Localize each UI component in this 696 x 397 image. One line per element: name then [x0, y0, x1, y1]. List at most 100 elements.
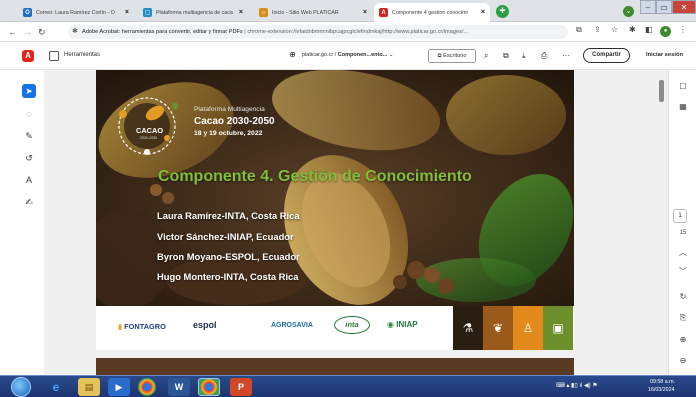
chevron-up-icon[interactable]: ︿	[675, 247, 691, 258]
page-icon: ▢	[143, 8, 152, 17]
breadcrumb-separator: /	[334, 52, 337, 58]
keyboard-icon[interactable]: ⌨	[556, 383, 565, 389]
icon-tile: ❦	[483, 306, 513, 350]
thumbnails-icon[interactable]: ▦	[675, 102, 691, 111]
clock-time[interactable]: 09:58 a.m.	[650, 379, 675, 385]
tab-plataforma[interactable]: ▢ Plataforma multiagencia de caca ×	[138, 3, 248, 22]
page-number-input[interactable]: 1	[673, 209, 687, 223]
inta-logo: inta	[334, 316, 370, 334]
translate-icon[interactable]: ⧉	[576, 25, 582, 35]
zoom-out-icon[interactable]: ⊖	[675, 356, 691, 365]
close-icon[interactable]: ×	[481, 9, 485, 16]
file-domain: platicar.go.cr	[302, 52, 334, 58]
event-dates: 18 y 19 octubre, 2022	[194, 130, 263, 137]
copy-icon[interactable]: ⧉	[503, 51, 509, 61]
chrome-active-icon[interactable]	[198, 378, 220, 396]
espol-logo: espol	[193, 320, 217, 330]
more-menu-icon[interactable]: ⋮	[679, 25, 687, 34]
add-comment-icon[interactable]: ◌	[22, 107, 36, 121]
monitor-icon: ▣	[552, 321, 564, 335]
outlook-icon: O	[23, 8, 32, 17]
logo-badge-text: CACAO	[136, 126, 164, 135]
fontagro-logo: ▮ FONTAGRO	[118, 322, 166, 331]
open-desktop-label: Escritorio	[443, 53, 467, 59]
powerpoint-icon[interactable]: P	[230, 378, 252, 396]
chevron-down-icon[interactable]: ⌄	[389, 52, 394, 58]
reload-icon[interactable]: ↻	[38, 26, 46, 38]
add-text-icon[interactable]: A	[22, 173, 36, 187]
component-title: Componente 4. Gestión de Conocimiento	[158, 168, 472, 185]
download-icon[interactable]: ⤓	[522, 51, 526, 61]
sign-icon[interactable]: ✍	[22, 195, 36, 209]
tools-grid-icon[interactable]	[49, 51, 59, 61]
highlight-pen-icon[interactable]: ✎	[22, 129, 36, 143]
tools-label[interactable]: Herramientas	[64, 52, 100, 58]
comment-icon[interactable]: ☐	[675, 82, 691, 91]
icon-tile: ⚗	[453, 306, 483, 350]
logo-badge-subtext: 2030-2050	[140, 136, 158, 140]
new-tab-button[interactable]: +	[496, 5, 509, 18]
windows-taskbar: e ▤ ▶ W P ⌨ ▴ ▮▯ ıl ◀) ⚑ 09:58 a.m. 16/0…	[0, 375, 696, 397]
url-prefix: Adobe Acrobat: herramientas para convert…	[82, 29, 243, 35]
tab-title: Correo: Laura Ramírez Cortín - O	[36, 9, 115, 16]
word-icon[interactable]: W	[168, 378, 190, 396]
scrollbar-thumb[interactable]	[659, 80, 664, 102]
globe-icon: ⊕	[289, 50, 296, 59]
maximize-button[interactable]: ▭	[656, 0, 672, 14]
profile-avatar[interactable]: ●	[660, 26, 671, 37]
zoom-in-icon[interactable]: ⊕	[675, 335, 691, 344]
share-button[interactable]: Compartir	[583, 48, 630, 63]
author-line: Hugo Montero-INTA, Costa Rica	[157, 271, 299, 282]
internet-explorer-icon[interactable]: e	[45, 378, 67, 396]
windows-start-button[interactable]	[11, 377, 31, 397]
tab-correo[interactable]: O Correo: Laura Ramírez Cortín - O ×	[18, 3, 134, 22]
cacao-2030-logo	[118, 97, 179, 155]
chrome-icon[interactable]	[138, 378, 156, 396]
select-cursor-icon[interactable]: ➤	[22, 84, 36, 98]
freehand-icon[interactable]: ↺	[22, 151, 36, 165]
tab-platicar[interactable]: ☼ Inicio - Sitio Web PLATICAR ×	[254, 3, 372, 22]
search-icon[interactable]: ⌕	[484, 51, 488, 61]
media-player-icon[interactable]: ▶	[108, 378, 130, 396]
page-info-icon[interactable]: ⎘	[675, 313, 691, 323]
browser-tab-strip: O Correo: Laura Ramírez Cortín - O × ▢ P…	[0, 0, 696, 22]
scrollbar[interactable]	[658, 78, 665, 374]
flag-icon[interactable]: ⚑	[592, 383, 597, 389]
acrobat-toolbar: A Herramientas ⊕ platicar.go.cr / Compon…	[0, 42, 696, 70]
back-icon[interactable]: ←	[8, 26, 17, 38]
minimize-button[interactable]: –	[640, 0, 656, 14]
network-icon[interactable]: ▮▯	[571, 383, 578, 389]
flask-icon: ⚗	[462, 321, 474, 335]
acrobat-logo-icon[interactable]: A	[22, 50, 34, 62]
close-window-button[interactable]: ✕	[672, 0, 696, 14]
forward-icon[interactable]: →	[23, 26, 32, 38]
file-explorer-icon[interactable]: ▤	[78, 378, 100, 396]
tab-search-icon[interactable]: ⌄	[623, 6, 634, 17]
print-icon[interactable]: ⎙	[541, 51, 547, 61]
url-text: chrome-extension://efaidnbmnnnibpcajpcgl…	[247, 29, 469, 35]
star-icon[interactable]: ☆	[611, 25, 618, 34]
cacao-title: Cacao 2030-2050	[194, 116, 275, 127]
rotate-icon[interactable]: ↻	[675, 292, 691, 301]
close-icon[interactable]: ×	[363, 9, 367, 16]
address-toolbar: ← → ↻ ✱ Adobe Acrobat: herramientas para…	[0, 22, 696, 42]
clock-date[interactable]: 16/03/2024	[648, 387, 675, 393]
chevron-down-icon[interactable]: ﹀	[675, 266, 691, 277]
file-breadcrumb[interactable]: platicar.go.cr / Componen...ento... ⌄	[302, 52, 393, 58]
file-name: Componen...ento...	[337, 52, 388, 58]
author-line: Laura Ramírez-INTA, Costa Rica	[157, 210, 300, 221]
tab-componente-4[interactable]: A Componente 4 gestion conocimi ×	[374, 3, 490, 22]
tab-title: Componente 4 gestion conocimi	[392, 9, 468, 16]
more-options-icon[interactable]: ···	[562, 51, 570, 60]
share-icon[interactable]: ⇪	[594, 25, 601, 34]
sidebar-icon[interactable]: ◧	[645, 25, 653, 34]
address-bar[interactable]: ✱ Adobe Acrobat: herramientas para conve…	[68, 25, 568, 39]
sign-in-link[interactable]: Iniciar sesión	[646, 52, 683, 58]
agrosavia-logo: AGROSAVIA	[271, 322, 313, 329]
open-desktop-button[interactable]: ⧉ Escritorio	[428, 49, 476, 63]
person-icon: ♙	[522, 321, 534, 335]
close-icon[interactable]: ×	[125, 9, 129, 16]
volume-icon[interactable]: ◀)	[584, 383, 591, 389]
close-icon[interactable]: ×	[239, 9, 243, 16]
extensions-icon[interactable]: ✱	[629, 25, 636, 34]
